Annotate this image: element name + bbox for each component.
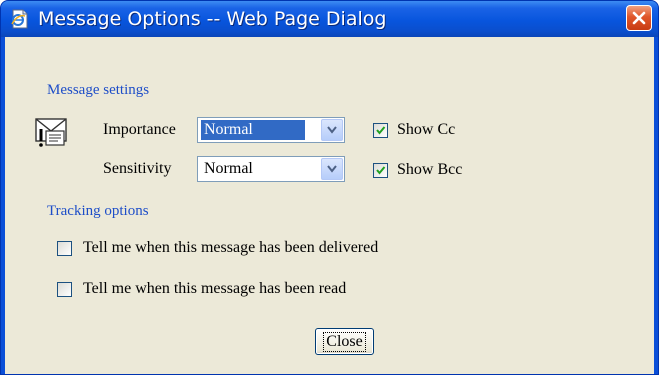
delivery-receipt-checkbox[interactable] (57, 241, 72, 256)
close-button-label: Close (323, 331, 366, 352)
title-bar[interactable]: Message Options -- Web Page Dialog (1, 1, 658, 37)
sensitivity-value: Normal (204, 160, 253, 177)
sensitivity-select[interactable]: Normal (197, 156, 345, 182)
importance-select[interactable]: Normal (197, 117, 345, 143)
dialog-body: Message settings Importance Normal Show … (5, 37, 654, 374)
show-cc-label: Show Cc (397, 121, 456, 138)
close-x-icon[interactable] (626, 5, 652, 31)
show-bcc-checkbox[interactable] (373, 163, 388, 178)
show-cc-checkbox[interactable] (373, 123, 388, 138)
tracking-options-heading: Tracking options (47, 203, 149, 219)
ie-page-icon (11, 9, 28, 29)
close-button[interactable]: Close (315, 328, 374, 355)
dialog-window: Message Options -- Web Page Dialog Messa… (0, 0, 659, 375)
importance-label: Importance (103, 121, 176, 138)
chevron-down-icon[interactable] (321, 158, 343, 180)
importance-value: Normal (201, 120, 305, 140)
read-receipt-checkbox[interactable] (57, 282, 72, 297)
sensitivity-label: Sensitivity (103, 160, 172, 177)
read-receipt-label: Tell me when this message has been read (83, 280, 347, 297)
show-bcc-label: Show Bcc (397, 161, 463, 178)
message-settings-heading: Message settings (47, 82, 150, 98)
chevron-down-icon[interactable] (321, 119, 343, 141)
message-importance-icon (35, 118, 67, 147)
window-title: Message Options -- Web Page Dialog (38, 8, 387, 30)
delivery-receipt-label: Tell me when this message has been deliv… (83, 239, 379, 256)
